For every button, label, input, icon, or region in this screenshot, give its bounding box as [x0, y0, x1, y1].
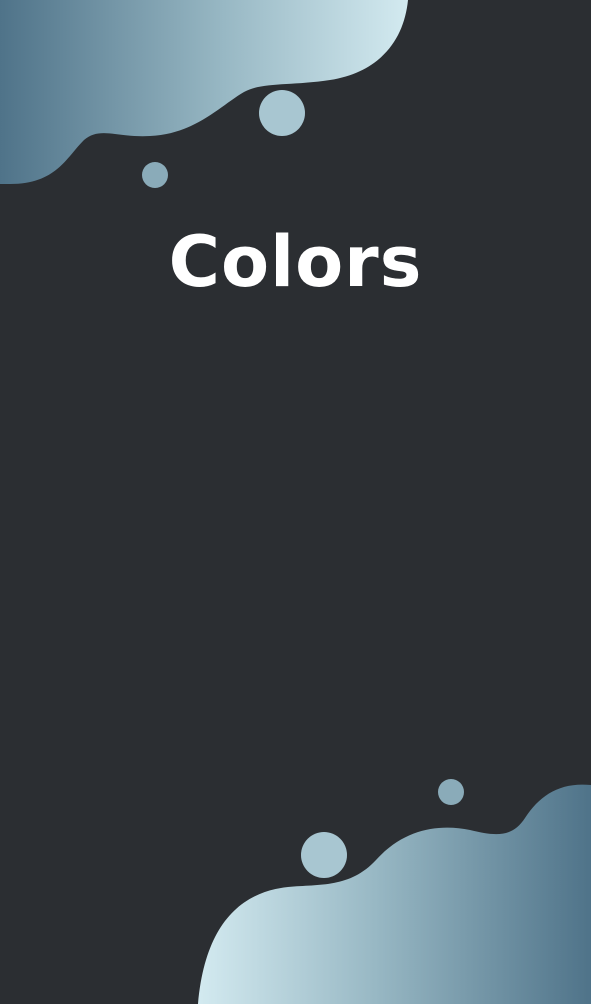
bubble-bottom-large — [301, 832, 347, 878]
bubble-top-small — [142, 162, 168, 188]
splash-screen: Colors — [0, 0, 591, 1004]
top-left-blob-shape — [0, 0, 408, 184]
bubble-bottom-small — [438, 779, 464, 805]
decorative-blob-top — [0, 0, 591, 1004]
bubble-top-large — [259, 90, 305, 136]
bottom-right-blob-shape — [198, 784, 591, 1004]
page-title: Colors — [168, 221, 423, 303]
